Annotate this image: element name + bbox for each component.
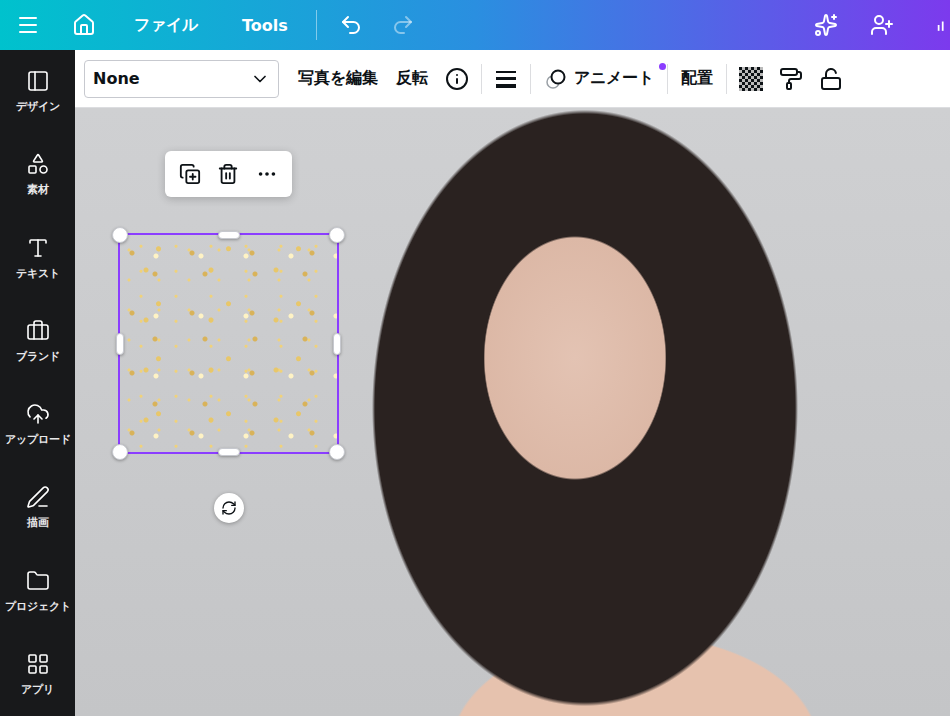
sidebar-item-icon <box>26 652 50 676</box>
info-icon <box>445 67 469 91</box>
resize-handle[interactable] <box>112 227 128 243</box>
filter-dropdown[interactable]: None <box>84 60 279 98</box>
duplicate-button[interactable] <box>173 157 207 191</box>
sparkles-icon <box>814 13 838 37</box>
sidebar-item[interactable]: アップロード <box>0 383 75 466</box>
chevron-down-icon <box>250 69 270 89</box>
sidebar-item[interactable]: 素材 <box>0 133 75 216</box>
redo-icon <box>391 13 415 37</box>
separator <box>667 64 668 94</box>
resize-handle[interactable] <box>116 333 124 355</box>
resize-handle[interactable] <box>329 227 345 243</box>
separator <box>530 64 531 94</box>
glitter-element[interactable] <box>118 233 339 454</box>
copy-style-button[interactable] <box>771 59 811 99</box>
animate-icon <box>544 67 568 91</box>
info-button[interactable] <box>437 59 477 99</box>
sidebar-item-icon <box>26 319 50 343</box>
home-button[interactable] <box>56 0 112 50</box>
sidebar-item-icon <box>26 569 50 593</box>
canva-editor: ファイルToolsデザイン素材テキストブランドアップロード描画プロジェクトアプリ… <box>0 0 950 716</box>
duplicate-icon <box>179 163 201 185</box>
more-button[interactable] <box>250 157 284 191</box>
sidebar-item[interactable]: アプリ <box>0 633 75 716</box>
sidebar-item-icon <box>26 152 50 176</box>
user-plus-icon <box>870 13 894 37</box>
resize-handle[interactable] <box>218 448 240 456</box>
sidebar-item[interactable]: デザイン <box>0 50 75 133</box>
home-icon <box>72 13 96 37</box>
insights-button[interactable] <box>910 0 950 50</box>
toolbar-button[interactable]: 写真を編集 <box>289 62 387 95</box>
sidebar-item[interactable]: ブランド <box>0 300 75 383</box>
sidebar-item-icon <box>26 485 50 509</box>
toolbar-button[interactable]: 反転 <box>387 62 437 95</box>
border-weight-icon <box>494 67 518 91</box>
more-icon <box>256 163 278 185</box>
redo-button[interactable] <box>377 0 429 50</box>
border-style-button[interactable] <box>486 59 526 99</box>
resize-handle[interactable] <box>333 333 341 355</box>
paint-roller-icon <box>779 67 803 91</box>
arrange-button[interactable]: 配置 <box>672 62 722 95</box>
unlock-icon <box>819 67 843 91</box>
magic-button[interactable] <box>798 0 854 50</box>
resize-handle[interactable] <box>218 231 240 239</box>
menu-button[interactable] <box>0 0 56 50</box>
animate-button[interactable]: アニメート <box>535 61 663 97</box>
separator <box>316 10 317 40</box>
resize-handle[interactable] <box>329 444 345 460</box>
canvas <box>75 108 950 716</box>
sidebar-item-icon <box>26 402 50 426</box>
sidebar-item[interactable]: テキスト <box>0 217 75 300</box>
chart-icon <box>936 13 950 37</box>
sidebar: デザイン素材テキストブランドアップロード描画プロジェクトアプリ <box>0 50 75 716</box>
top-menu[interactable]: ファイル <box>112 15 220 36</box>
rotate-handle[interactable] <box>214 493 244 523</box>
transparency-icon <box>739 67 763 91</box>
new-badge <box>659 63 666 70</box>
rotate-icon <box>221 500 237 516</box>
undo-icon <box>339 13 363 37</box>
sidebar-item[interactable]: プロジェクト <box>0 550 75 633</box>
separator <box>481 64 482 94</box>
sidebar-item-icon <box>26 69 50 93</box>
context-toolbar: None 写真を編集反転 アニメート配置 <box>75 50 950 108</box>
top-bar: ファイルTools <box>0 0 950 50</box>
share-people-button[interactable] <box>854 0 910 50</box>
separator <box>726 64 727 94</box>
transparency-button[interactable] <box>731 59 771 99</box>
top-menu[interactable]: Tools <box>220 16 310 35</box>
element-quick-actions <box>165 151 292 197</box>
sidebar-item[interactable]: 描画 <box>0 466 75 549</box>
hamburger-icon <box>16 13 40 37</box>
delete-button[interactable] <box>211 157 245 191</box>
lock-button[interactable] <box>811 59 851 99</box>
sidebar-item-icon <box>26 236 50 260</box>
trash-icon <box>217 163 239 185</box>
resize-handle[interactable] <box>112 444 128 460</box>
undo-button[interactable] <box>325 0 377 50</box>
